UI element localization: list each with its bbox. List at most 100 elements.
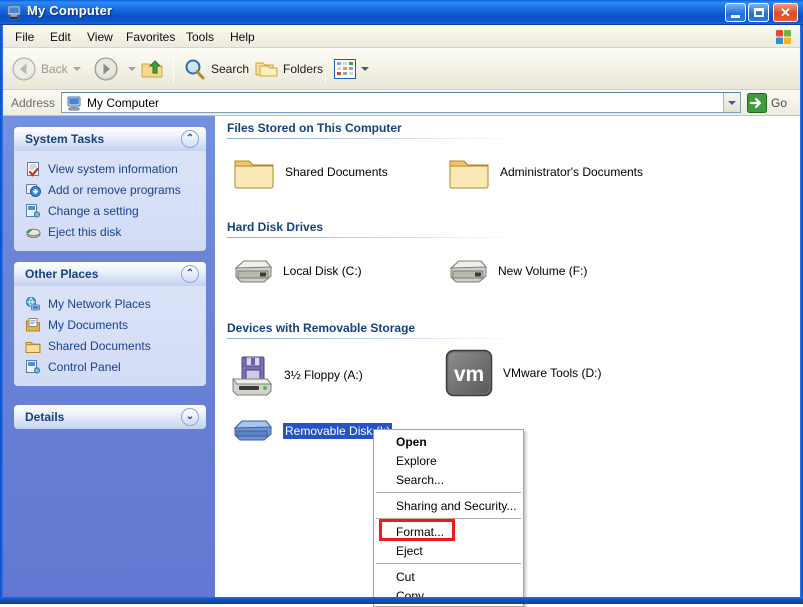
address-dropdown-button[interactable]	[723, 93, 740, 112]
item-label: New Volume (F:)	[498, 264, 588, 278]
task-control-panel[interactable]: Control Panel	[14, 356, 206, 377]
panel-title: Details	[25, 410, 65, 424]
item-new-volume-f[interactable]: New Volume (F:)	[447, 255, 587, 287]
search-icon	[185, 59, 205, 80]
group-divider	[227, 138, 517, 139]
item-vmware-tools-d[interactable]: vm VMware Tools (D:)	[444, 348, 601, 398]
close-icon: ✕	[780, 5, 791, 20]
task-label: My Network Places	[48, 296, 151, 311]
go-button[interactable]: Go	[747, 92, 787, 113]
hard-drive-icon	[234, 260, 273, 283]
panel-details-header[interactable]: Details ⌄	[14, 405, 206, 429]
svg-text:vm: vm	[454, 363, 484, 386]
windows-flag-icon	[776, 30, 791, 44]
my-computer-icon	[7, 5, 21, 20]
menu-tools[interactable]: Tools	[180, 29, 220, 45]
task-change-a-setting[interactable]: Change a setting	[14, 200, 206, 221]
toolbar-separator-2	[325, 55, 326, 83]
item-administrators-documents[interactable]: Administrator's Documents	[447, 152, 643, 192]
context-menu-item-cut[interactable]: Cut	[374, 567, 523, 586]
task-label: Control Panel	[48, 359, 121, 374]
go-label: Go	[771, 95, 788, 110]
up-folder-icon	[141, 60, 163, 78]
collapse-toggle-other-places[interactable]: ⌃	[181, 265, 199, 283]
network-places-icon	[25, 296, 40, 310]
menu-view[interactable]: View	[81, 29, 119, 45]
group-heading-removable-storage: Devices with Removable Storage	[227, 321, 416, 335]
item-shared-documents[interactable]: Shared Documents	[232, 152, 388, 192]
panel-other-places: Other Places ⌃ My Network Places My Docu…	[14, 262, 206, 386]
menu-file[interactable]: File	[9, 29, 40, 45]
item-local-disk-c[interactable]: Local Disk (C:)	[232, 255, 362, 287]
close-button[interactable]: ✕	[773, 3, 798, 22]
context-menu-item-format[interactable]: Format...	[374, 522, 523, 541]
task-eject-this-disk[interactable]: Eject this disk	[14, 221, 206, 242]
panel-other-places-body: My Network Places My Documents Shared Do…	[14, 286, 206, 386]
collapse-toggle-details[interactable]: ⌄	[181, 408, 199, 426]
back-dropdown-icon[interactable]	[72, 67, 81, 71]
explorer-window: My Computer ✕ File Edit View Favorites T…	[0, 0, 803, 607]
task-my-documents[interactable]: My Documents	[14, 314, 206, 335]
control-panel-icon	[26, 359, 40, 373]
floppy-drive-icon	[231, 356, 273, 396]
search-button[interactable]: Search	[183, 52, 249, 86]
forward-button[interactable]	[93, 52, 136, 86]
task-label: Add or remove programs	[48, 182, 181, 197]
system-info-icon	[27, 161, 39, 177]
address-value: My Computer	[87, 95, 160, 110]
back-arrow-icon	[12, 57, 36, 81]
context-menu-item-sharing-and-security[interactable]: Sharing and Security...	[374, 496, 523, 515]
search-label: Search	[211, 62, 250, 76]
views-button[interactable]	[334, 52, 369, 86]
panel-system-tasks-header[interactable]: System Tasks ⌃	[14, 127, 206, 151]
hard-drive-icon	[449, 260, 488, 283]
panel-title: Other Places	[25, 267, 99, 281]
group-heading-hard-disk-drives: Hard Disk Drives	[227, 220, 324, 234]
panel-system-tasks-body: View system information Add or remove pr…	[14, 151, 206, 251]
menu-bar: File Edit View Favorites Tools Help	[3, 25, 800, 48]
chevron-down-icon: ⌄	[185, 411, 195, 422]
shared-folder-icon	[25, 341, 41, 353]
task-label: View system information	[48, 161, 178, 176]
context-menu-item-open[interactable]: Open	[374, 432, 523, 451]
task-view-system-information[interactable]: View system information	[14, 158, 206, 179]
panel-other-places-header[interactable]: Other Places ⌃	[14, 262, 206, 286]
address-label: Address	[11, 96, 56, 110]
back-button[interactable]: Back	[11, 52, 81, 86]
menu-help[interactable]: Help	[224, 29, 261, 45]
forward-dropdown-icon[interactable]	[128, 67, 136, 71]
toolbar-separator	[173, 55, 174, 83]
context-menu-separator	[376, 563, 521, 564]
address-input[interactable]: My Computer	[61, 92, 741, 113]
context-menu-separator	[376, 518, 521, 519]
my-documents-icon	[26, 317, 40, 331]
collapse-toggle-system-tasks[interactable]: ⌃	[181, 130, 199, 148]
context-menu-item-search[interactable]: Search...	[374, 470, 523, 489]
up-button[interactable]	[140, 52, 164, 86]
task-label: Shared Documents	[48, 338, 151, 353]
menu-edit[interactable]: Edit	[44, 29, 77, 45]
task-shared-documents[interactable]: Shared Documents	[14, 335, 206, 356]
menu-favorites[interactable]: Favorites	[120, 29, 181, 45]
task-label: Eject this disk	[48, 224, 122, 239]
group-divider	[227, 237, 517, 238]
group-divider	[227, 338, 517, 339]
removable-disk-icon	[233, 420, 273, 441]
context-menu-item-eject[interactable]: Eject	[374, 541, 523, 560]
task-my-network-places[interactable]: My Network Places	[14, 293, 206, 314]
item-removable-disk-i[interactable]: Removable Disk (I:)	[232, 416, 393, 446]
minimize-button[interactable]	[725, 3, 746, 22]
context-menu-item-explore[interactable]: Explore	[374, 451, 523, 470]
item-label: Local Disk (C:)	[283, 264, 362, 278]
my-computer-icon	[67, 96, 81, 110]
task-add-or-remove-programs[interactable]: Add or remove programs	[14, 179, 206, 200]
toolbar: Back Search Folders	[3, 48, 800, 90]
folders-button[interactable]: Folders	[255, 52, 323, 86]
eject-disk-icon	[26, 228, 41, 238]
panel-title: System Tasks	[25, 132, 105, 146]
maximize-button[interactable]	[748, 3, 769, 22]
item-floppy-a[interactable]: 3½ Floppy (A:)	[229, 352, 363, 398]
item-label: VMware Tools (D:)	[503, 366, 602, 380]
views-dropdown-icon[interactable]	[361, 67, 369, 71]
folder-icon	[234, 160, 274, 189]
